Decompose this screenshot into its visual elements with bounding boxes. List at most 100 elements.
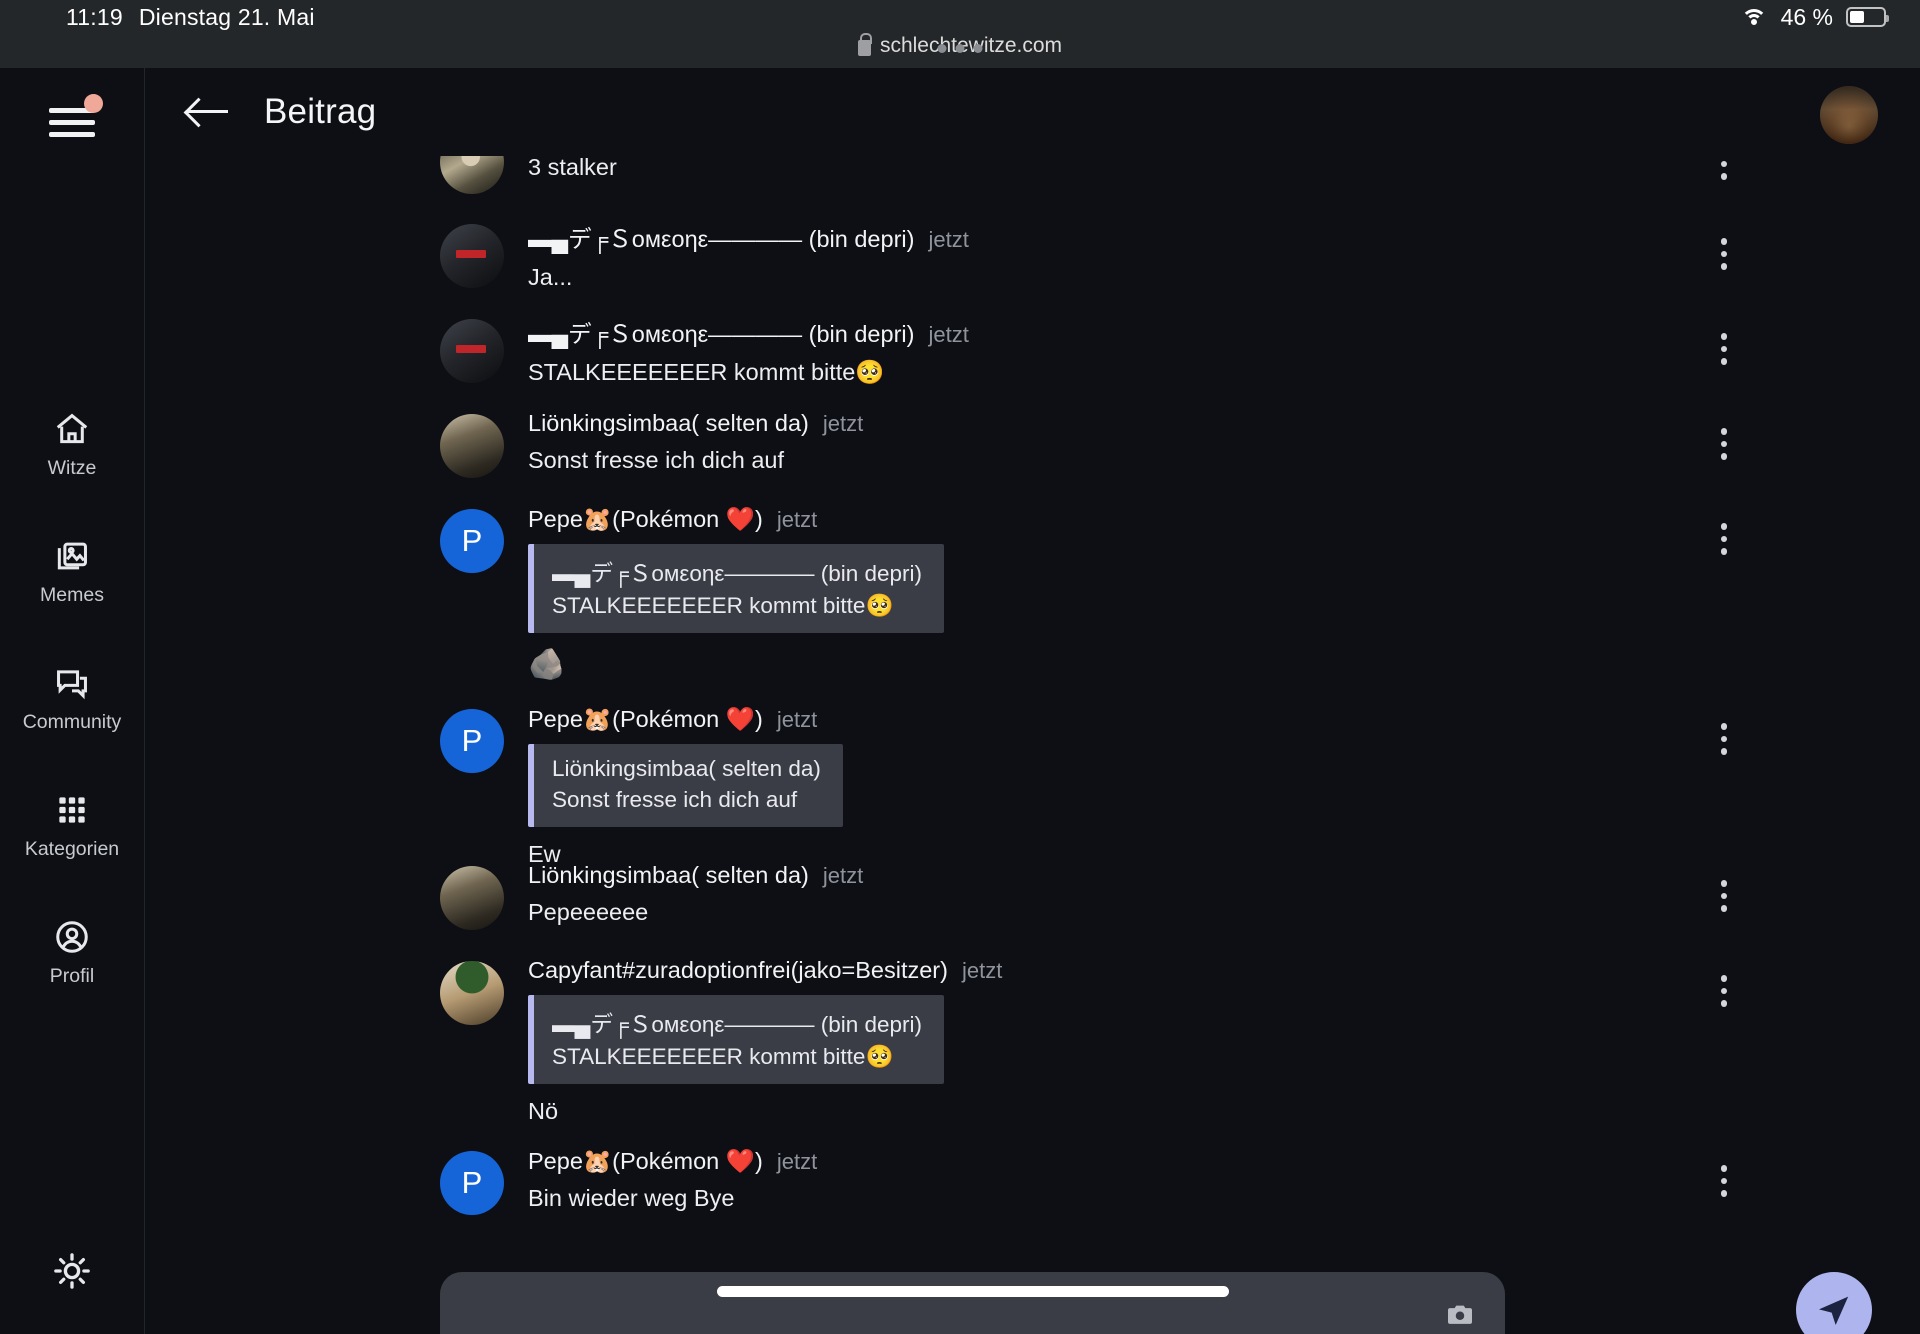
message-time: jetzt [776,1149,818,1174]
message-time: jetzt [776,507,818,532]
send-button[interactable] [1796,1272,1872,1334]
sidebar-label-witze: Witze [47,457,97,479]
notification-dot [84,94,103,113]
more-vertical-icon[interactable] [1706,719,1742,759]
quoted-username: ▬▄デ╒Ｓомεоηε———— (bin depri) [552,561,922,586]
status-bar: 11:19 Dienstag 21. Mai 46 % [0,0,1920,34]
sun-brightness-icon [54,1253,90,1289]
app-root: 11:19 Dienstag 21. Mai 46 % schlechtewit… [0,0,1920,1334]
quoted-username: ▬▄デ╒Ｓомεоηε———— (bin depri) [552,1012,922,1037]
message-time: jetzt [928,227,969,252]
message-avatar[interactable] [440,414,504,478]
more-vertical-icon[interactable] [1706,234,1742,274]
avatar-initial: P [461,523,483,558]
message-avatar[interactable] [440,866,504,930]
battery-percent-label: 46 % [1780,3,1833,30]
theme-toggle-button[interactable] [50,1249,94,1298]
sidebar: Witze Memes Community Kategorien Profil [0,68,145,1334]
camera-icon[interactable] [1441,1300,1479,1330]
chat-bubbles-icon [57,670,87,700]
quoted-message[interactable]: ▬▄デ╒Ｓомεоηε———— (bin depri) STALKEEEEEEE… [528,995,944,1084]
message-item: P Pepe🐹(Pokémon ❤️) jetzt Liönkingsimbaa… [145,703,1920,867]
message-item: Liönkingsimbaa( selten da) jetzt Pepeeee… [145,860,1920,955]
sidebar-label-kategorien: Kategorien [24,838,120,860]
message-item: Capyfant#zuradoptionfrei(jako=Besitzer) … [145,955,1920,1145]
more-vertical-icon[interactable] [1706,424,1742,464]
quoted-message[interactable]: ▬▄デ╒Ｓомεоηε———— (bin depri) STALKEEEEEEE… [528,544,944,633]
sidebar-label-profil: Profil [49,965,95,987]
wifi-icon [1740,7,1768,27]
message-text: Nö [528,1098,559,1124]
message-avatar[interactable]: P [440,1151,504,1215]
message-avatar[interactable] [440,961,504,1025]
quoted-username: Liönkingsimbaa( selten da) [552,756,821,781]
message-avatar[interactable]: P [440,709,504,773]
message-feed[interactable]: 3 stalker ▬▄デ╒Ｓомεоηε———— (bin depri) je… [145,156,1920,1276]
sidebar-label-community: Community [22,711,122,733]
message-text: 🪨 [528,648,566,681]
status-date: Dienstag 21. Mai [138,3,315,30]
images-icon [57,542,87,570]
sidebar-item-witze[interactable]: Witze [7,410,137,480]
message-username[interactable]: Pepe🐹(Pokémon ❤️) [528,705,763,733]
status-time: 11:19 [66,3,123,30]
message-item: ▬▄デ╒Ｓомεоηε———— (bin depri) jetzt STALKE… [145,313,1920,408]
sidebar-item-community[interactable]: Community [7,664,137,734]
back-arrow-icon[interactable] [185,92,231,132]
message-item: ▬▄デ╒Ｓомεоηε———— (bin depri) jetzt Ja... [145,218,1920,313]
avatar-initial: P [461,1165,483,1200]
quoted-message[interactable]: Liönkingsimbaa( selten da) Sonst fresse … [528,744,843,827]
message-item: P Pepe🐹(Pokémon ❤️) jetzt ▬▄デ╒Ｓомεоηε———… [145,503,1920,703]
more-vertical-icon[interactable] [1706,156,1742,184]
more-vertical-icon[interactable] [1706,876,1742,916]
home-icon [56,413,88,444]
hamburger-menu-icon[interactable] [45,94,103,140]
message-time: jetzt [961,958,1003,983]
sidebar-item-kategorien[interactable]: Kategorien [7,791,137,861]
message-time: jetzt [822,411,864,436]
more-vertical-icon[interactable] [1706,519,1742,559]
status-bar-right: 46 % [1740,3,1889,31]
more-vertical-icon[interactable] [1706,1161,1742,1201]
message-username[interactable]: ▬▄デ╒Ｓомεоηε———— (bin depri) [528,315,914,349]
page-header: Beitrag [145,68,1920,156]
message-avatar[interactable]: P [440,509,504,573]
sidebar-item-memes[interactable]: Memes [7,537,137,607]
sidebar-label-memes: Memes [40,584,104,606]
quoted-text: STALKEEEEEEER kommt bitte🥺 [552,1044,894,1069]
message-username[interactable]: Liönkingsimbaa( selten da) [528,862,809,889]
message-username[interactable]: Pepe🐹(Pokémon ❤️) [528,505,763,533]
more-vertical-icon[interactable] [1706,329,1742,369]
avatar[interactable] [1820,86,1878,144]
sidebar-nav: Witze Memes Community Kategorien Profil [7,410,137,988]
avatar-initial: P [461,723,483,758]
message-time: jetzt [822,863,864,888]
message-input[interactable] [440,1326,468,1334]
lock-icon [857,33,873,56]
message-avatar[interactable] [440,319,504,383]
grid-icon [59,797,85,823]
more-vertical-icon[interactable] [1706,971,1742,1011]
message-composer[interactable] [440,1272,1505,1334]
message-username[interactable]: Liönkingsimbaa( selten da) [528,410,809,437]
message-time: jetzt [776,707,818,732]
account-circle-icon [56,921,88,953]
message-item: P Pepe🐹(Pokémon ❤️) jetzt Bin wieder weg… [145,1145,1920,1240]
message-item: 3 stalker [145,156,1920,218]
tab-overview-dots-icon[interactable] [937,44,983,53]
quoted-text: Sonst fresse ich dich auf [552,787,798,812]
send-icon [1819,1296,1849,1325]
message-username[interactable]: ▬▄デ╒Ｓомεоηε———— (bin depri) [528,220,914,254]
sidebar-item-profil[interactable]: Profil [7,918,137,988]
page-title: Beitrag [264,92,377,131]
quoted-text: STALKEEEEEEER kommt bitte🥺 [552,593,894,618]
browser-url-bar[interactable]: schlechtewitze.com [0,33,1920,68]
message-time: jetzt [928,322,969,347]
message-avatar[interactable] [440,224,504,288]
battery-icon [1846,7,1889,27]
status-bar-left: 11:19 Dienstag 21. Mai [66,4,315,31]
message-avatar[interactable] [440,156,504,194]
message-username[interactable]: Pepe🐹(Pokémon ❤️) [528,1147,763,1175]
home-indicator [716,1286,1229,1297]
message-username[interactable]: Capyfant#zuradoptionfrei(jako=Besitzer) [528,957,948,984]
